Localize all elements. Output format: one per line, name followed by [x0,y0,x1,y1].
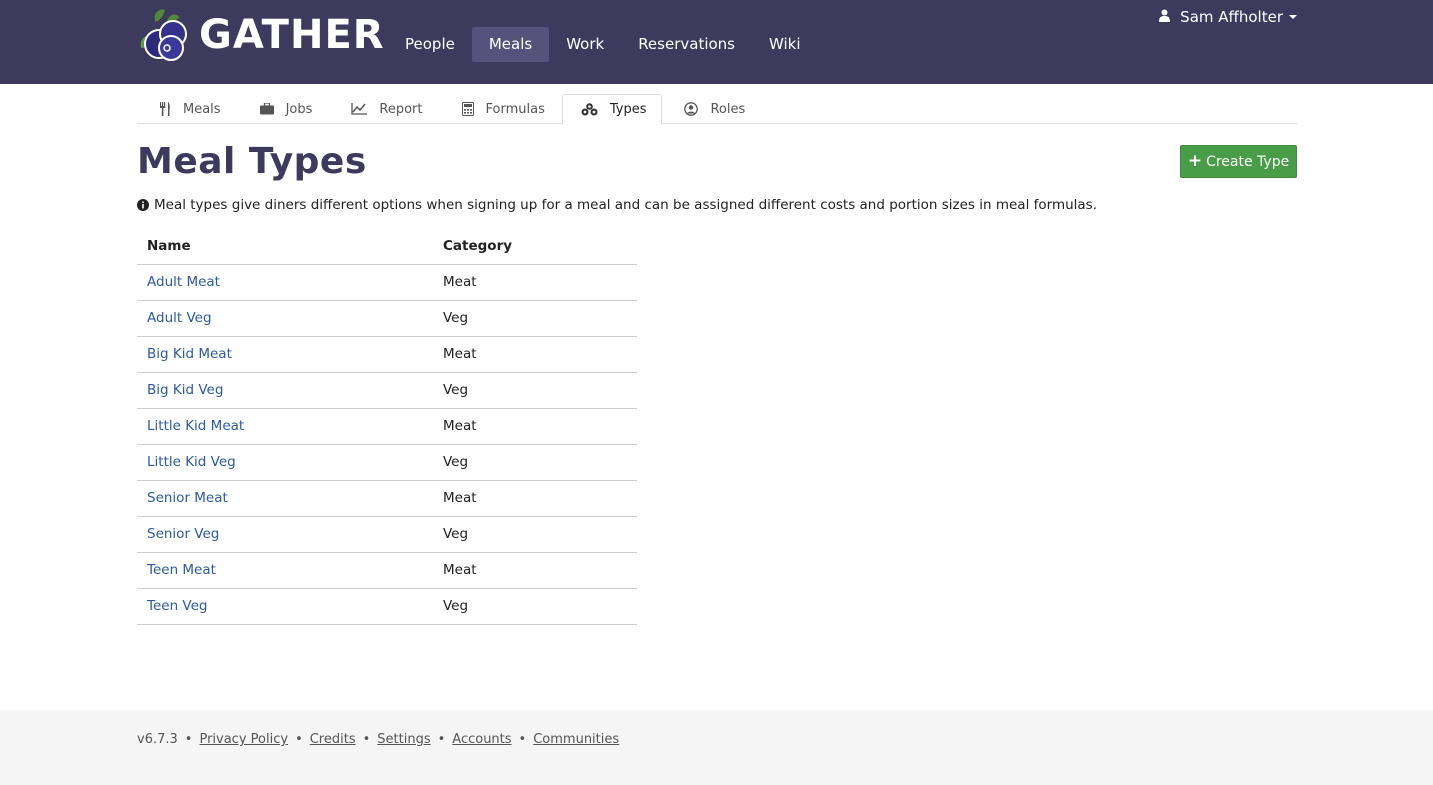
table-header-row: Name Category [137,228,637,265]
meal-type-link[interactable]: Senior Meat [147,490,228,506]
category-cell: Veg [433,588,637,625]
subtab-roles[interactable]: Roles [662,94,762,124]
meal-type-link[interactable]: Teen Meat [147,562,216,578]
category-cell: Veg [433,444,637,481]
calculator-icon [461,102,474,116]
table-row: Adult Meat Meat [137,264,637,301]
main-nav: People Meals Work Reservations Wiki [388,27,818,62]
cubes-icon [581,103,598,116]
category-cell: Meat [433,480,637,517]
subtab-label: Types [609,102,647,117]
info-circle-icon [137,199,149,211]
column-header-name[interactable]: Name [137,228,433,265]
meal-type-link[interactable]: Adult Veg [147,310,212,326]
table-row: Little Kid Meat Meat [137,408,637,445]
subtab-label: Meals [183,101,221,117]
subtab-label: Jobs [285,101,313,117]
meal-type-link[interactable]: Little Kid Veg [147,454,236,470]
meal-type-link[interactable]: Little Kid Meat [147,418,244,434]
user-icon [1159,8,1171,26]
meal-type-link[interactable]: Big Kid Meat [147,346,232,362]
footer-link-credits[interactable]: Credits [310,732,356,747]
table-row: Big Kid Veg Veg [137,372,637,409]
meal-type-link[interactable]: Senior Veg [147,526,219,542]
column-header-category[interactable]: Category [433,228,637,265]
table-row: Teen Veg Veg [137,588,637,625]
separator: • [295,732,303,747]
blueberry-logo-icon [140,9,187,61]
subtab-meals[interactable]: Meals [137,94,238,124]
category-cell: Meat [433,264,637,301]
subtab-formulas[interactable]: Formulas [440,94,562,124]
table-row: Teen Meat Meat [137,552,637,589]
caret-down-icon [1289,15,1297,19]
create-type-button[interactable]: + Create Type [1180,145,1297,178]
footer-link-settings[interactable]: Settings [377,732,430,747]
subtab-label: Report [379,101,423,117]
meal-type-link[interactable]: Adult Meat [147,274,220,290]
category-cell: Veg [433,300,637,337]
nav-reservations[interactable]: Reservations [621,27,752,62]
meals-subnav: Meals Jobs Report Formulas Types Roles [137,94,1297,125]
subtab-label: Formulas [485,101,545,117]
nav-people[interactable]: People [388,27,472,62]
table-row: Senior Meat Meat [137,480,637,517]
gather-logo[interactable]: GATHER [137,8,385,62]
footer-link-privacy[interactable]: Privacy Policy [199,732,288,747]
user-menu[interactable]: Sam Affholter [1159,8,1297,26]
line-chart-icon [351,103,368,115]
version-text: v6.7.3 [137,732,178,747]
category-cell: Veg [433,516,637,553]
briefcase-icon [259,103,274,115]
separator: • [362,732,371,747]
info-text: Meal types give diners different options… [137,197,1097,213]
table-row: Adult Veg Veg [137,300,637,337]
table-row: Senior Veg Veg [137,516,637,553]
meal-type-link[interactable]: Big Kid Veg [147,382,223,398]
create-type-label: Create Type [1206,153,1290,170]
separator: • [437,732,446,747]
category-cell: Meat [433,552,637,589]
user-circle-icon [684,102,699,116]
table-row: Little Kid Veg Veg [137,444,637,481]
nav-work[interactable]: Work [549,27,621,62]
table-row: Big Kid Meat Meat [137,336,637,373]
cutlery-icon [159,102,171,116]
category-cell: Veg [433,372,637,409]
category-cell: Meat [433,336,637,373]
separator: • [518,732,527,747]
subtab-label: Roles [710,101,746,117]
page-title: Meal Types [137,141,367,182]
nav-wiki[interactable]: Wiki [752,27,818,62]
brand-name: GATHER [199,12,385,58]
footer-link-accounts[interactable]: Accounts [452,732,511,747]
separator: • [184,732,193,747]
nav-meals[interactable]: Meals [471,27,550,62]
footer: v6.7.3 • Privacy Policy • Credits • Sett… [0,710,1433,785]
subtab-types[interactable]: Types [561,94,663,125]
subtab-report[interactable]: Report [329,94,439,124]
subtab-jobs[interactable]: Jobs [238,94,330,124]
meal-types-table: Name Category Adult Meat Meat Adult Veg Ve… [137,228,637,625]
meal-type-link[interactable]: Teen Veg [147,598,207,614]
footer-link-communities[interactable]: Communities [533,732,619,747]
user-name: Sam Affholter [1180,8,1283,26]
info-message: Meal types give diners different options… [154,197,1097,213]
top-navbar: GATHER People Meals Work Reservations Wi… [0,0,1433,84]
plus-icon: + [1187,151,1203,171]
category-cell: Meat [433,408,637,445]
